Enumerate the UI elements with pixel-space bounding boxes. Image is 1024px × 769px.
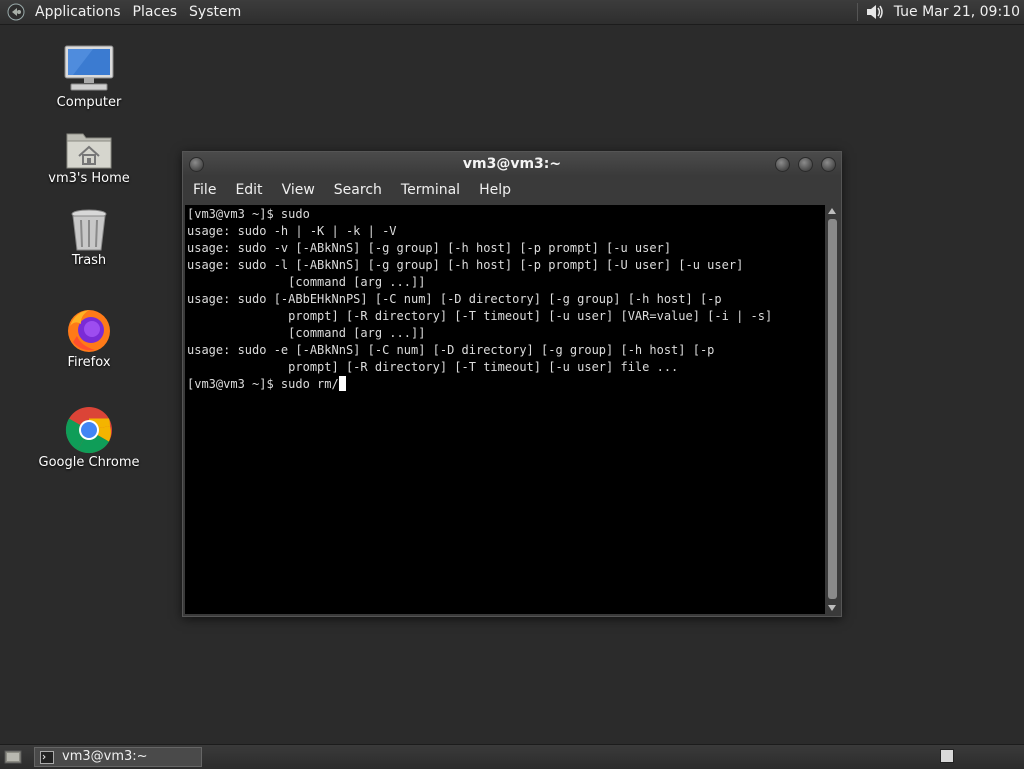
terminal-prompt-line[interactable]: [vm3@vm3 ~]$ sudo rm/ bbox=[187, 377, 339, 391]
desktop-icon-label: Computer bbox=[56, 95, 122, 110]
taskbar-terminal-button[interactable]: vm3@vm3:~ bbox=[34, 747, 202, 767]
terminal-scrollbar[interactable] bbox=[826, 205, 839, 614]
chrome-icon bbox=[65, 407, 112, 454]
task-label: vm3@vm3:~ bbox=[62, 749, 148, 764]
terminal-line: prompt] [-R directory] [-T timeout] [-u … bbox=[187, 309, 773, 323]
top-panel: Applications Places System Tue Mar 21, 0… bbox=[0, 0, 1024, 25]
terminal-menubar: File Edit View Search Terminal Help bbox=[183, 176, 841, 204]
workspace-switcher-icon[interactable] bbox=[940, 749, 954, 763]
scroll-down-arrow[interactable] bbox=[828, 605, 836, 611]
close-button[interactable] bbox=[821, 157, 836, 172]
gnome-foot-icon[interactable] bbox=[7, 3, 25, 21]
panel-separator bbox=[856, 3, 858, 21]
terminal-output[interactable]: [vm3@vm3 ~]$ sudo usage: sudo -h | -K | … bbox=[185, 205, 825, 614]
maximize-button[interactable] bbox=[798, 157, 813, 172]
terminal-cursor bbox=[338, 376, 346, 391]
panel-clock[interactable]: Tue Mar 21, 09:10 bbox=[894, 4, 1024, 20]
speaker-volume-icon[interactable] bbox=[864, 2, 886, 22]
applications-menu[interactable]: Applications bbox=[31, 4, 129, 20]
system-menu[interactable]: System bbox=[185, 4, 249, 20]
desktop-icon-trash[interactable]: Trash bbox=[29, 208, 149, 268]
desktop-icon-firefox[interactable]: Firefox bbox=[29, 306, 149, 370]
desktop-icon-computer[interactable]: Computer bbox=[29, 44, 149, 110]
terminal-line: usage: sudo -h | -K | -k | -V bbox=[187, 224, 397, 238]
terminal-line: usage: sudo [-ABbEHkNnPS] [-C num] [-D d… bbox=[187, 292, 722, 306]
home-folder-icon bbox=[66, 133, 112, 169]
terminal-line: [vm3@vm3 ~]$ sudo bbox=[187, 207, 310, 221]
panel-tray: Tue Mar 21, 09:10 bbox=[856, 0, 1024, 24]
scrollbar-thumb[interactable] bbox=[828, 219, 837, 599]
terminal-line: [command [arg ...]] bbox=[187, 275, 426, 289]
bottom-panel: vm3@vm3:~ bbox=[0, 744, 1024, 769]
menu-view[interactable]: View bbox=[272, 182, 324, 198]
computer-monitor-icon bbox=[64, 45, 114, 91]
desktop-icon-home[interactable]: vm3's Home bbox=[29, 128, 149, 186]
menu-file[interactable]: File bbox=[183, 182, 225, 198]
terminal-line: prompt] [-R directory] [-T timeout] [-u … bbox=[187, 360, 679, 374]
window-title: vm3@vm3:~ bbox=[462, 156, 562, 172]
terminal-icon bbox=[40, 751, 54, 764]
menu-help[interactable]: Help bbox=[469, 182, 520, 198]
terminal-window[interactable]: vm3@vm3:~ File Edit View Search Terminal… bbox=[182, 151, 842, 617]
terminal-line: usage: sudo -l [-ABkNnS] [-g group] [-h … bbox=[187, 258, 744, 272]
terminal-line: usage: sudo -e [-ABkNnS] [-C num] [-D di… bbox=[187, 343, 715, 357]
trash-can-icon bbox=[71, 209, 107, 251]
terminal-line: [command [arg ...]] bbox=[187, 326, 426, 340]
desktop-icon-label: Google Chrome bbox=[38, 455, 140, 470]
desktop-icon-chrome[interactable]: Google Chrome bbox=[29, 406, 149, 470]
show-desktop-icon[interactable] bbox=[4, 748, 22, 766]
desktop-icon-label: vm3's Home bbox=[48, 171, 130, 186]
places-menu[interactable]: Places bbox=[129, 4, 186, 20]
minimize-button[interactable] bbox=[775, 157, 790, 172]
menu-terminal[interactable]: Terminal bbox=[391, 182, 469, 198]
scroll-up-arrow[interactable] bbox=[828, 208, 836, 214]
menu-edit[interactable]: Edit bbox=[225, 182, 271, 198]
desktop-icon-label: Trash bbox=[71, 253, 107, 268]
firefox-icon bbox=[68, 310, 110, 352]
window-titlebar[interactable]: vm3@vm3:~ bbox=[183, 152, 841, 176]
terminal-line: usage: sudo -v [-ABkNnS] [-g group] [-h … bbox=[187, 241, 672, 255]
window-menu-button[interactable] bbox=[189, 157, 204, 172]
desktop-icon-label: Firefox bbox=[67, 355, 111, 370]
menu-search[interactable]: Search bbox=[324, 182, 391, 198]
